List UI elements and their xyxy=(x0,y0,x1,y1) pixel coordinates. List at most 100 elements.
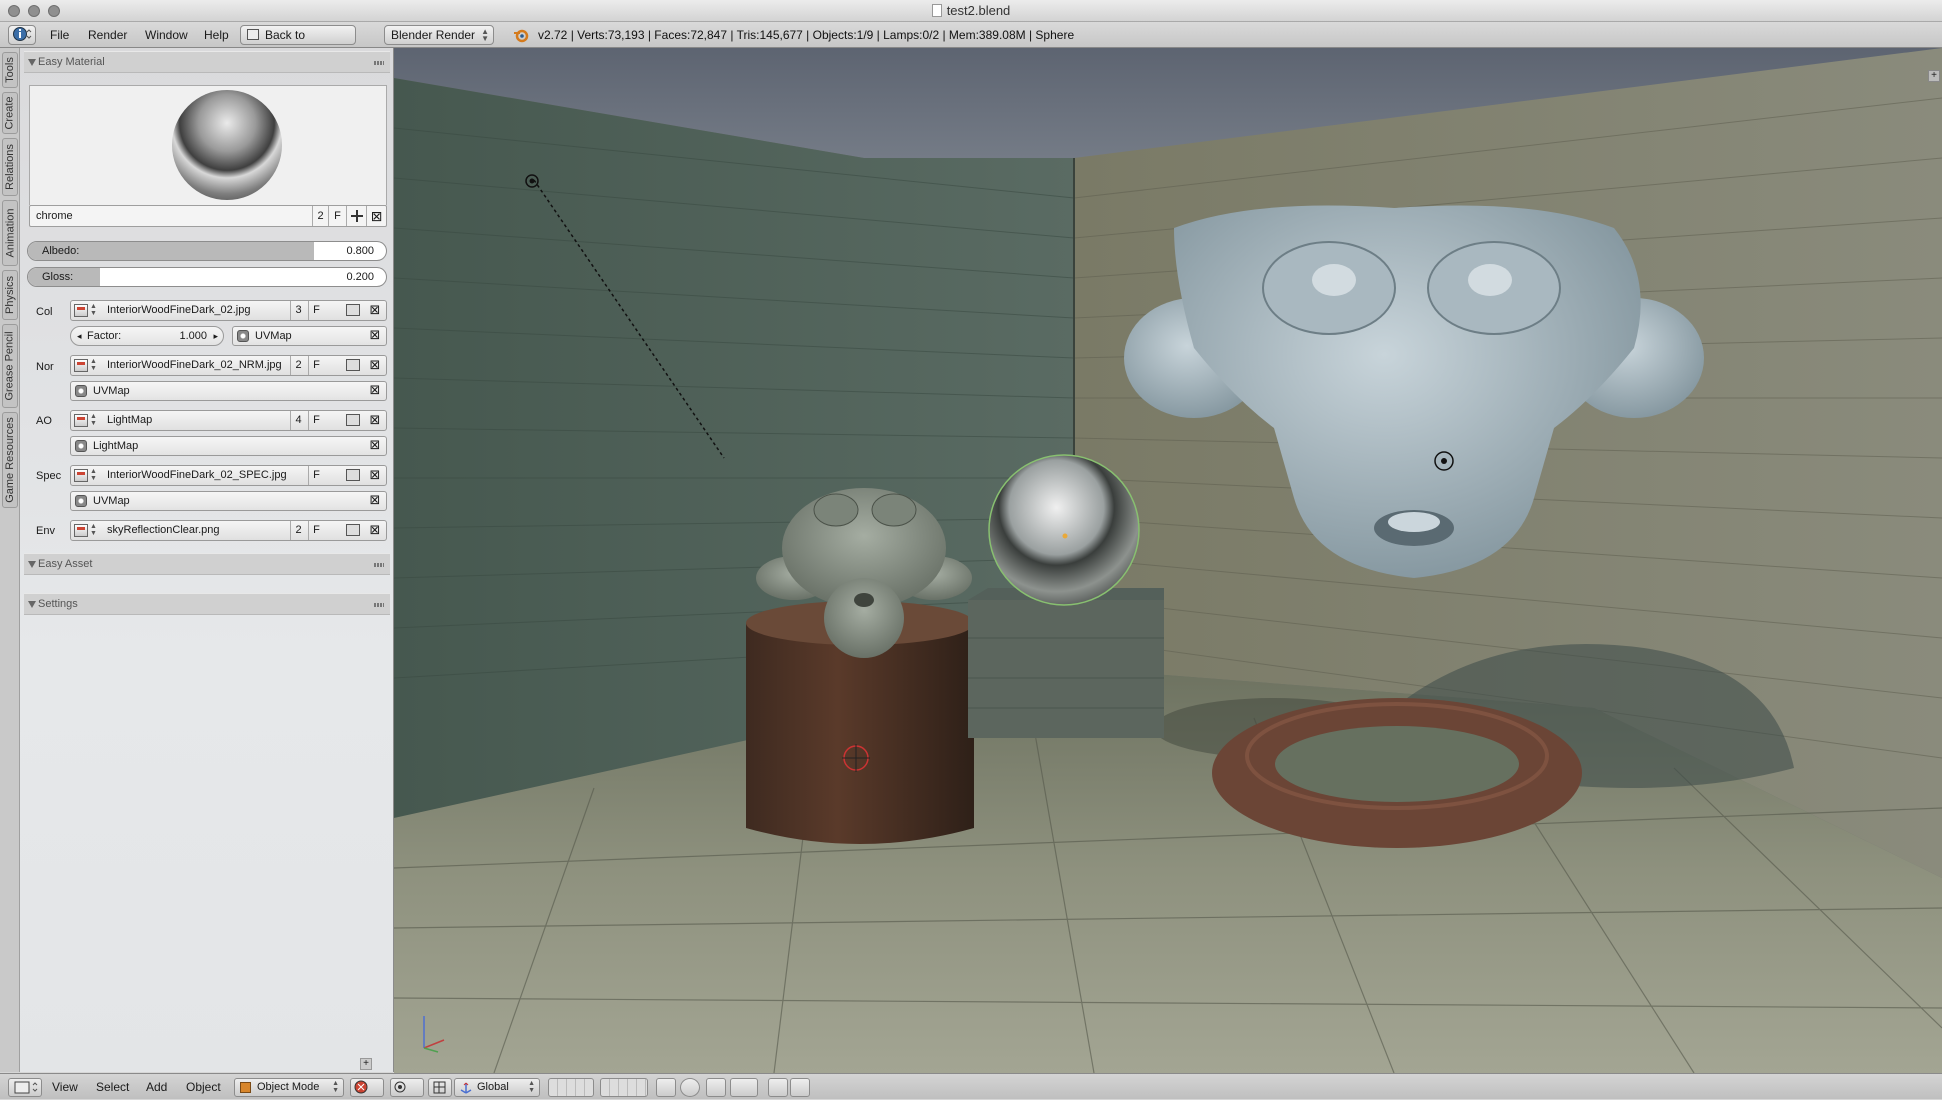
texture-browse-icon[interactable] xyxy=(74,359,88,372)
properties-region-plus-icon[interactable]: + xyxy=(1928,70,1940,82)
menu-help[interactable]: Help xyxy=(204,22,229,48)
layers-row-2[interactable] xyxy=(600,1078,648,1097)
proportional-edit-icon[interactable] xyxy=(680,1078,700,1097)
render-engine-select[interactable]: Blender Render ▲ ▼ xyxy=(384,25,494,45)
close-icon[interactable]: ⊠ xyxy=(368,383,382,397)
interaction-mode-select[interactable]: Object Mode ▲ ▼ xyxy=(234,1078,344,1097)
spec-texture-selector[interactable]: ▲ ▼ InteriorWoodFineDark_02_SPEC.jpg F ⊠ xyxy=(70,465,387,486)
col-uvmap-field[interactable]: UVMap ⊠ xyxy=(232,326,387,346)
menu-window[interactable]: Window xyxy=(145,22,188,48)
close-icon[interactable]: ⊠ xyxy=(368,468,382,482)
3d-scene-render[interactable] xyxy=(394,48,1942,1073)
menu-file[interactable]: File xyxy=(50,22,69,48)
col-texture-name[interactable]: InteriorWoodFineDark_02.jpg xyxy=(107,301,250,320)
ao-texture-users[interactable]: 4 xyxy=(290,411,306,430)
settings-header[interactable]: Settings xyxy=(24,593,390,615)
layers-row-1[interactable] xyxy=(548,1078,594,1097)
material-users-count[interactable]: 2 xyxy=(312,206,328,226)
drag-grip-icon[interactable] xyxy=(374,603,384,607)
tab-animation[interactable]: Animation xyxy=(2,200,18,266)
drag-grip-icon[interactable] xyxy=(374,563,384,567)
editor-type-button[interactable] xyxy=(8,1078,42,1097)
material-name[interactable]: chrome xyxy=(36,210,73,222)
close-icon[interactable]: ⊠ xyxy=(368,523,382,537)
ao-texture-name[interactable]: LightMap xyxy=(107,411,152,430)
tab-tools[interactable]: Tools xyxy=(2,52,18,88)
back-to-previous-button[interactable]: Back to Previous xyxy=(240,25,356,60)
3d-view-header: View Select Add Object Object Mode ▲ ▼ Gl… xyxy=(0,1073,1942,1099)
col-texture-users[interactable]: 3 xyxy=(290,301,306,320)
tab-physics[interactable]: Physics xyxy=(2,270,18,320)
add-material-button[interactable] xyxy=(346,206,366,226)
unlink-material-button[interactable]: ⊠ xyxy=(366,206,386,226)
pivot-point-select[interactable] xyxy=(390,1078,424,1097)
col-texture-selector[interactable]: ▲ ▼ InteriorWoodFineDark_02.jpg 3 F ⊠ xyxy=(70,300,387,321)
tab-create[interactable]: Create xyxy=(2,92,18,134)
snap-icon[interactable] xyxy=(706,1078,726,1097)
nor-label: Nor xyxy=(36,361,54,373)
open-file-icon[interactable] xyxy=(346,524,360,536)
menu-view[interactable]: View xyxy=(52,1074,78,1100)
nor-fake-user-button[interactable]: F xyxy=(308,356,324,375)
col-factor-slider[interactable]: ◂ Factor: 1.000 ▸ xyxy=(70,326,224,346)
close-icon[interactable]: ⊠ xyxy=(368,413,382,427)
menu-add[interactable]: Add xyxy=(146,1074,167,1100)
close-icon[interactable]: ⊠ xyxy=(368,493,382,507)
pivot-icon xyxy=(394,1081,406,1093)
easy-asset-header[interactable]: Easy Asset xyxy=(24,553,390,575)
tab-grease-pencil[interactable]: Grease Pencil xyxy=(2,324,18,408)
drag-grip-icon[interactable] xyxy=(374,61,384,65)
transform-orientation-select[interactable]: Global ▲ ▼ xyxy=(454,1078,540,1097)
spec-uvmap-name: UVMap xyxy=(93,495,130,507)
menu-select[interactable]: Select xyxy=(96,1074,129,1100)
tab-game-resources[interactable]: Game Resources xyxy=(2,412,18,508)
open-file-icon[interactable] xyxy=(346,469,360,481)
render-animation-icon[interactable] xyxy=(790,1078,810,1097)
env-texture-name[interactable]: skyReflectionClear.png xyxy=(107,521,220,540)
close-icon[interactable]: ⊠ xyxy=(368,328,382,342)
editor-type-button[interactable] xyxy=(8,25,36,45)
texture-browse-icon[interactable] xyxy=(74,414,88,427)
nor-texture-name[interactable]: InteriorWoodFineDark_02_NRM.jpg xyxy=(107,356,282,375)
close-icon[interactable]: ⊠ xyxy=(368,358,382,372)
ao-texture-selector[interactable]: ▲ ▼ LightMap 4 F ⊠ xyxy=(70,410,387,431)
nor-texture-users[interactable]: 2 xyxy=(290,356,306,375)
shading-icon xyxy=(354,1080,368,1094)
gloss-slider[interactable]: Gloss: 0.200 xyxy=(27,267,387,287)
render-image-icon[interactable] xyxy=(768,1078,788,1097)
menu-object[interactable]: Object xyxy=(186,1074,221,1100)
region-plus-icon[interactable]: + xyxy=(360,1058,372,1070)
easy-material-header[interactable]: Easy Material xyxy=(24,51,390,73)
object-mode-icon xyxy=(240,1082,251,1093)
open-file-icon[interactable] xyxy=(346,359,360,371)
material-fake-user-button[interactable]: F xyxy=(328,206,346,226)
tab-relations[interactable]: Relations xyxy=(2,138,18,196)
viewport-shading-select[interactable] xyxy=(350,1078,384,1097)
snap-element-icon[interactable] xyxy=(730,1078,758,1097)
ao-uvmap-field[interactable]: LightMap ⊠ xyxy=(70,436,387,456)
texture-browse-icon[interactable] xyxy=(74,304,88,317)
ao-fake-user-button[interactable]: F xyxy=(308,411,324,430)
texture-browse-icon[interactable] xyxy=(74,469,88,482)
lock-layers-icon[interactable] xyxy=(656,1078,676,1097)
texture-browse-icon[interactable] xyxy=(74,524,88,537)
spec-texture-name[interactable]: InteriorWoodFineDark_02_SPEC.jpg xyxy=(107,466,287,485)
spec-fake-user-button[interactable]: F xyxy=(308,466,324,485)
env-fake-user-button[interactable]: F xyxy=(308,521,324,540)
col-fake-user-button[interactable]: F xyxy=(308,301,324,320)
open-file-icon[interactable] xyxy=(346,304,360,316)
material-selector[interactable]: chrome 2 F ⊠ xyxy=(29,205,387,227)
manipulator-toggle[interactable] xyxy=(428,1078,452,1097)
menu-render[interactable]: Render xyxy=(88,22,127,48)
env-texture-users[interactable]: 2 xyxy=(290,521,306,540)
env-texture-selector[interactable]: ▲ ▼ skyReflectionClear.png 2 F ⊠ xyxy=(70,520,387,541)
nor-texture-selector[interactable]: ▲ ▼ InteriorWoodFineDark_02_NRM.jpg 2 F ⊠ xyxy=(70,355,387,376)
spec-uvmap-field[interactable]: UVMap ⊠ xyxy=(70,491,387,511)
close-icon[interactable]: ⊠ xyxy=(368,438,382,452)
tab-grease-pencil-label: Grease Pencil xyxy=(4,331,16,401)
open-file-icon[interactable] xyxy=(346,414,360,426)
albedo-slider[interactable]: Albedo: 0.800 xyxy=(27,241,387,261)
close-icon[interactable]: ⊠ xyxy=(368,303,382,317)
nor-uvmap-field[interactable]: UVMap ⊠ xyxy=(70,381,387,401)
3d-viewport[interactable]: + xyxy=(394,48,1942,1073)
